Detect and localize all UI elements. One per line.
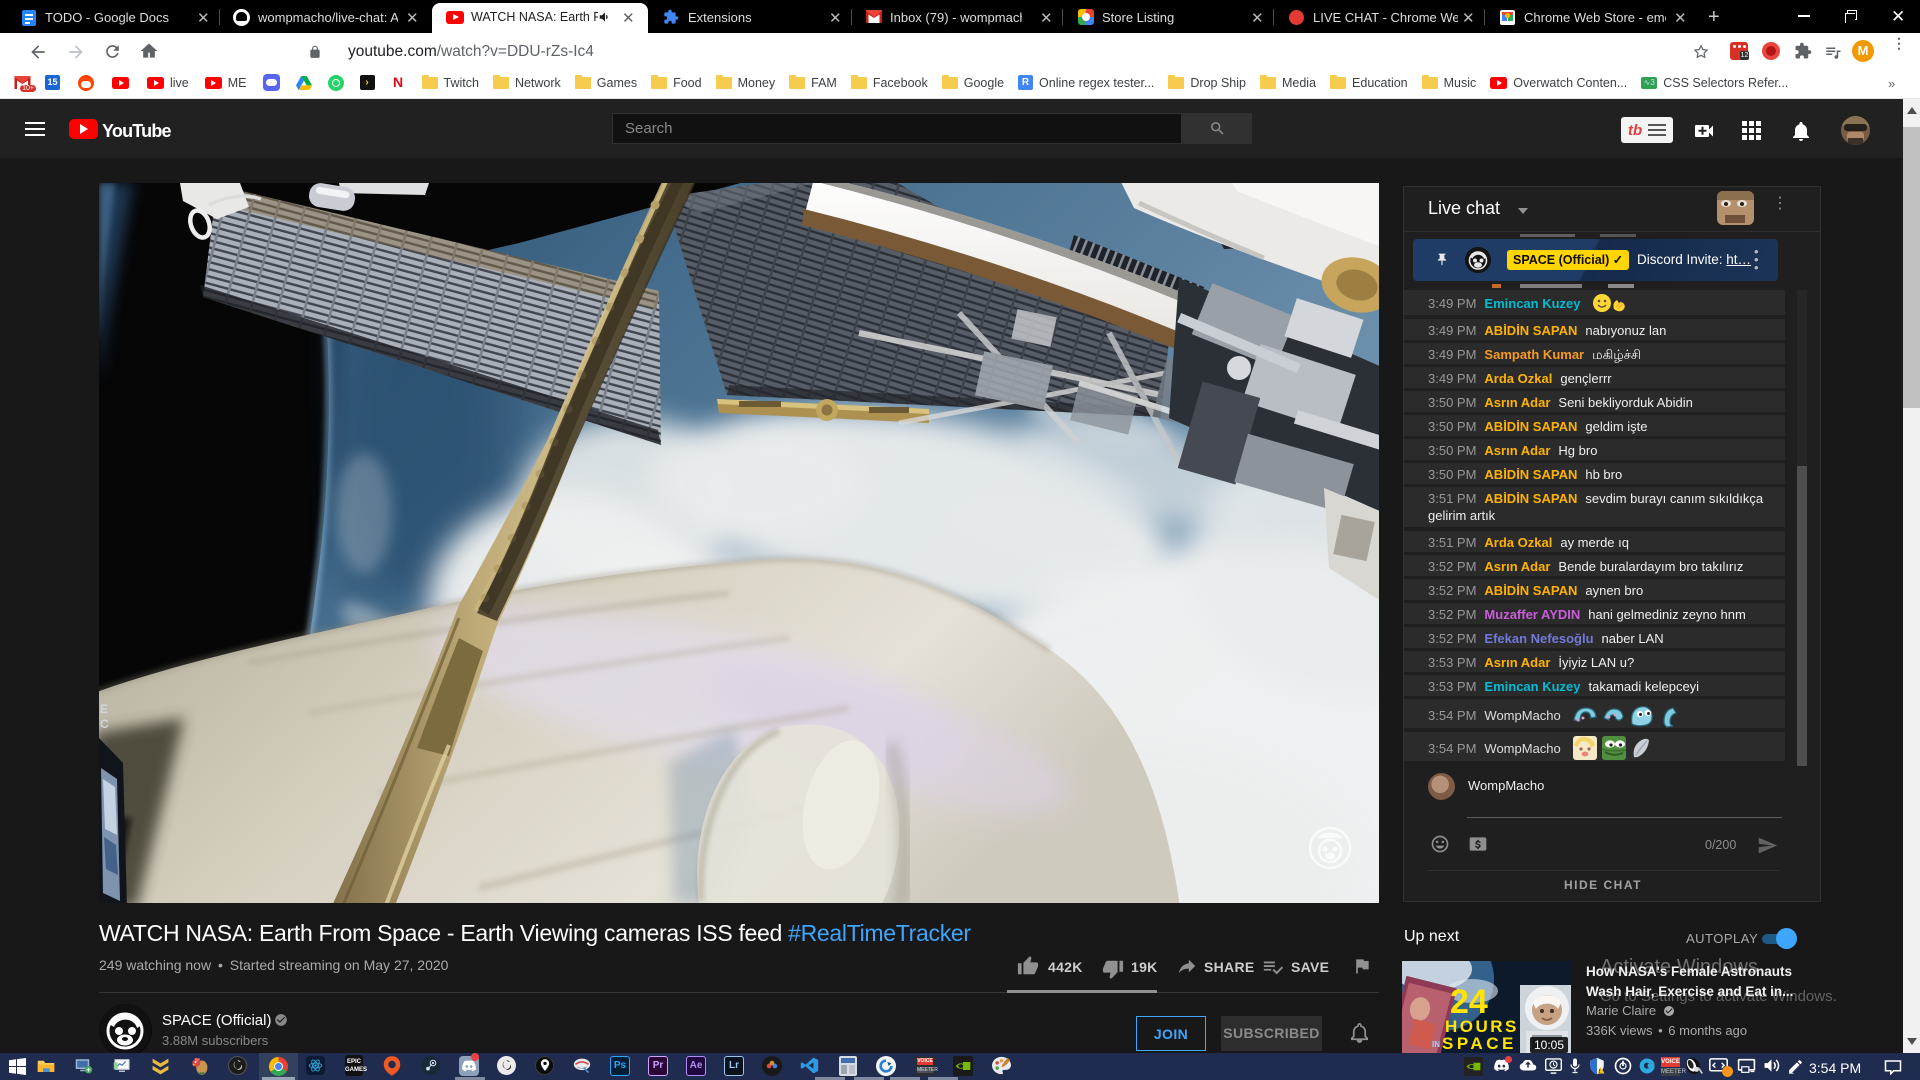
svg-text:IN: IN: [1432, 1040, 1440, 1049]
svg-text:E: E: [100, 702, 108, 716]
svg-text:C: C: [100, 717, 109, 731]
svg-text:!: !: [1599, 1069, 1601, 1075]
svg-text:SPACE: SPACE: [1442, 1034, 1517, 1053]
svg-text:24: 24: [1450, 983, 1488, 1021]
